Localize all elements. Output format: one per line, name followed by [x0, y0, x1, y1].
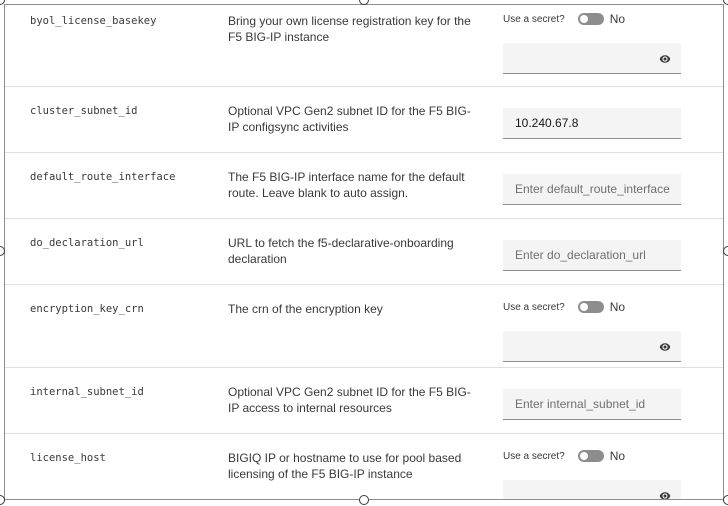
resize-handle-bottom-center[interactable] — [359, 495, 369, 505]
variable-name: internal_subnet_id — [30, 386, 144, 398]
resize-handle-bottom-left[interactable] — [0, 495, 5, 505]
variable-row: byol_license_basekey Bring your own licen… — [5, 5, 723, 87]
secret-value-input[interactable] — [503, 331, 681, 362]
secret-value-input[interactable] — [503, 43, 681, 74]
variable-value-input[interactable]: Enter default_route_interface — [503, 174, 681, 205]
variable-value-input[interactable]: Enter internal_subnet_id — [503, 389, 681, 420]
input-placeholder: Enter internal_subnet_id — [515, 397, 646, 411]
variable-description: BIGIQ IP or hostname to use for pool bas… — [228, 451, 462, 481]
use-secret-label: Use a secret? — [503, 450, 565, 462]
use-secret-toggle[interactable] — [577, 13, 604, 25]
use-secret-control: Use a secret? No — [503, 11, 625, 27]
variable-description: URL to fetch the f5-declarative-onboardi… — [228, 236, 454, 266]
use-secret-control: Use a secret? No — [503, 299, 625, 315]
variable-description: Optional VPC Gen2 subnet ID for the F5 B… — [228, 385, 471, 415]
variable-row: cluster_subnet_id Optional VPC Gen2 subne… — [5, 87, 723, 153]
use-secret-label: Use a secret? — [503, 301, 565, 313]
variable-name: byol_license_basekey — [30, 15, 157, 27]
use-secret-state: No — [609, 300, 626, 314]
variable-description: Optional VPC Gen2 subnet ID for the F5 B… — [228, 104, 471, 134]
variable-row: license_host BIGIQ IP or hostname to use … — [5, 434, 723, 499]
variable-name: cluster_subnet_id — [30, 105, 138, 117]
variable-description: Bring your own license registration key … — [228, 14, 471, 44]
variables-list: byol_license_basekey Bring your own licen… — [5, 5, 723, 499]
secret-value-input[interactable] — [503, 480, 681, 499]
input-value: 10.240.67.8 — [515, 116, 579, 130]
variable-row: default_route_interface The F5 BIG-IP int… — [5, 153, 723, 219]
variable-description: The F5 BIG-IP interface name for the def… — [228, 170, 465, 200]
input-placeholder: Enter default_route_interface — [515, 182, 670, 196]
use-secret-toggle[interactable] — [577, 301, 604, 313]
use-secret-state: No — [609, 449, 626, 463]
variable-name: default_route_interface — [30, 171, 176, 183]
use-secret-toggle[interactable] — [577, 450, 604, 462]
use-secret-label: Use a secret? — [503, 13, 565, 25]
eye-icon[interactable] — [659, 53, 671, 65]
input-placeholder: Enter do_declaration_url — [515, 248, 646, 262]
resize-handle-bottom-right[interactable] — [723, 495, 728, 505]
variable-name: do_declaration_url — [30, 237, 144, 249]
variable-value-input[interactable]: 10.240.67.8 — [503, 108, 681, 139]
variable-name: license_host — [30, 452, 106, 464]
variable-row: encryption_key_crn The crn of the encrypt… — [5, 285, 723, 368]
variable-value-input[interactable]: Enter do_declaration_url — [503, 240, 681, 271]
resize-handle-middle-right[interactable] — [723, 246, 728, 256]
variable-row: do_declaration_url URL to fetch the f5-de… — [5, 219, 723, 285]
variable-name: encryption_key_crn — [30, 303, 144, 315]
use-secret-control: Use a secret? No — [503, 448, 625, 464]
use-secret-state: No — [609, 12, 626, 26]
eye-icon[interactable] — [659, 341, 671, 353]
variable-description: The crn of the encryption key — [228, 302, 383, 316]
eye-icon[interactable] — [659, 490, 671, 499]
variable-row: internal_subnet_id Optional VPC Gen2 subn… — [5, 368, 723, 434]
variables-panel: byol_license_basekey Bring your own licen… — [4, 4, 724, 500]
